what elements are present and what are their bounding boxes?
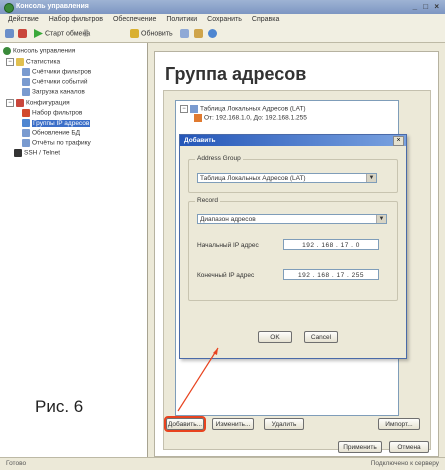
tree-item-event-counters[interactable]: Счётчики событий: [22, 78, 87, 86]
inner-panel: − Таблица Локальных Адресов (LAT) От: 192…: [163, 90, 431, 450]
menu-item-provision[interactable]: Обеспечение: [113, 16, 156, 23]
menu-item-filter-set[interactable]: Набор фильтров: [49, 16, 103, 23]
chart-icon: [22, 78, 30, 86]
close-icon[interactable]: ×: [393, 136, 404, 146]
toolbar-copy-button[interactable]: [180, 29, 191, 39]
start-ip-label: Начальный IP адрес: [197, 242, 259, 249]
toolbar-export-button[interactable]: [194, 29, 205, 39]
update-button[interactable]: Обновить: [130, 29, 173, 39]
copy-icon: [180, 29, 189, 38]
status-bar: Готово Подключено к серверу: [0, 457, 445, 470]
tree-item-filter-set[interactable]: Набор фильтров: [22, 109, 82, 117]
disk-icon: [5, 29, 14, 38]
add-button[interactable]: Добавить...: [164, 416, 206, 432]
report-icon: [22, 139, 30, 147]
terminal-icon: [14, 149, 22, 157]
table-icon: [190, 105, 198, 113]
tree-item-ssh[interactable]: SSH / Telnet: [14, 149, 60, 157]
chevron-down-icon[interactable]: ▼: [376, 215, 386, 223]
edit-button[interactable]: Изменить...: [212, 418, 254, 430]
toolbar: Старт обмена || Обновить: [0, 26, 445, 43]
toolbar-help-button[interactable]: [208, 29, 219, 39]
console-icon: [3, 47, 11, 55]
title-bar: Консоль управления _ □ ×: [0, 0, 445, 14]
status-left: Готово: [6, 460, 27, 467]
dialog-ok-button[interactable]: OK: [258, 331, 292, 343]
page-title: Группа адресов: [165, 64, 307, 84]
list-item-group[interactable]: − Таблица Локальных Адресов (LAT): [180, 105, 306, 113]
chevron-down-icon[interactable]: ▼: [366, 174, 376, 182]
tree-item-db-update[interactable]: Обновление БД: [22, 129, 80, 137]
menu-item-policies[interactable]: Политики: [166, 16, 197, 23]
menu-item-help[interactable]: Справка: [252, 16, 279, 23]
figure-caption: Рис. 6: [35, 397, 84, 416]
database-icon: [22, 129, 30, 137]
address-group-box: Address Group Таблица Локальных Адресов …: [188, 155, 398, 193]
tree-item-channel-load[interactable]: Загрузка каналов: [22, 88, 85, 96]
folder-icon: [16, 58, 24, 66]
window-title: Консоль управления: [16, 3, 89, 10]
menu-item-save[interactable]: Сохранить: [207, 16, 242, 23]
apply-button[interactable]: Применить: [338, 441, 382, 453]
export-icon: [194, 29, 203, 38]
tools-icon: [18, 29, 27, 38]
collapse-icon[interactable]: −: [6, 58, 14, 66]
dialog-title: Добавить: [184, 137, 216, 144]
main-panel: Группа адресов − Таблица Локальных Адресо…: [154, 51, 439, 457]
network-icon: [22, 119, 30, 127]
menu-item-action[interactable]: Действие: [8, 16, 39, 23]
address-group-legend: Address Group: [195, 155, 243, 162]
record-box: Record Диапазон адресов ▼ Начальный IP а…: [188, 197, 398, 301]
pause-icon: ||: [84, 30, 88, 37]
start-exchange-button[interactable]: Старт обмена: [34, 29, 90, 39]
window-controls[interactable]: _ □ ×: [413, 2, 441, 11]
end-ip-label: Конечный IP адрес: [197, 272, 255, 279]
filter-icon: [22, 109, 30, 117]
toolbar-pause-button[interactable]: ||: [84, 29, 88, 39]
dialog-title-bar: Добавить ×: [180, 135, 406, 146]
start-ip-input[interactable]: 192 . 168 . 17 . 0: [283, 239, 379, 250]
app-window: Консоль управления _ □ × Действие Набор …: [0, 0, 445, 470]
address-group-select[interactable]: Таблица Локальных Адресов (LAT) ▼: [197, 173, 377, 183]
update-label: Обновить: [141, 30, 173, 38]
tree-item-filter-counters[interactable]: Счётчики фильтров: [22, 68, 91, 76]
dialog-cancel-button[interactable]: Cancel: [304, 331, 338, 343]
play-icon: [34, 29, 43, 38]
toolbar-tools-button[interactable]: [18, 29, 29, 39]
main-content: Группа адресов − Таблица Локальных Адресо…: [148, 43, 445, 457]
navigation-tree: Консоль управления − Статистика Счётчики …: [0, 43, 148, 457]
cancel-button[interactable]: Отмена: [389, 441, 429, 453]
delete-button[interactable]: Удалить: [264, 418, 304, 430]
tree-root[interactable]: Консоль управления: [3, 47, 75, 55]
help-icon: [208, 29, 217, 38]
end-ip-input[interactable]: 192 . 168 . 17 . 255: [283, 269, 379, 280]
toolbar-save-button[interactable]: [5, 29, 16, 39]
list-item-range[interactable]: От: 192.168.1.0, До: 192.168.1.255: [194, 114, 307, 122]
app-icon: [4, 3, 14, 13]
collapse-icon[interactable]: −: [180, 105, 188, 113]
add-dialog: Добавить × Address Group Таблица Локальн…: [179, 134, 407, 359]
record-legend: Record: [195, 197, 220, 204]
tree-item-statistics[interactable]: − Статистика: [6, 58, 60, 66]
chart-icon: [22, 68, 30, 76]
chart-icon: [22, 88, 30, 96]
collapse-icon[interactable]: −: [6, 99, 14, 107]
refresh-icon: [130, 29, 139, 38]
tree-item-ip-groups[interactable]: Группы IP адресов: [22, 119, 91, 127]
tree-item-traffic-reports[interactable]: Отчёты по трафику: [22, 139, 91, 147]
address-list[interactable]: − Таблица Локальных Адресов (LAT) От: 192…: [175, 100, 407, 416]
config-icon: [16, 99, 24, 107]
import-button[interactable]: Импорт...: [378, 418, 420, 430]
tree-item-configuration[interactable]: − Конфигурация: [6, 99, 70, 107]
status-right: Подключено к серверу: [370, 460, 439, 467]
network-icon: [194, 114, 202, 122]
record-type-select[interactable]: Диапазон адресов ▼: [197, 214, 387, 224]
